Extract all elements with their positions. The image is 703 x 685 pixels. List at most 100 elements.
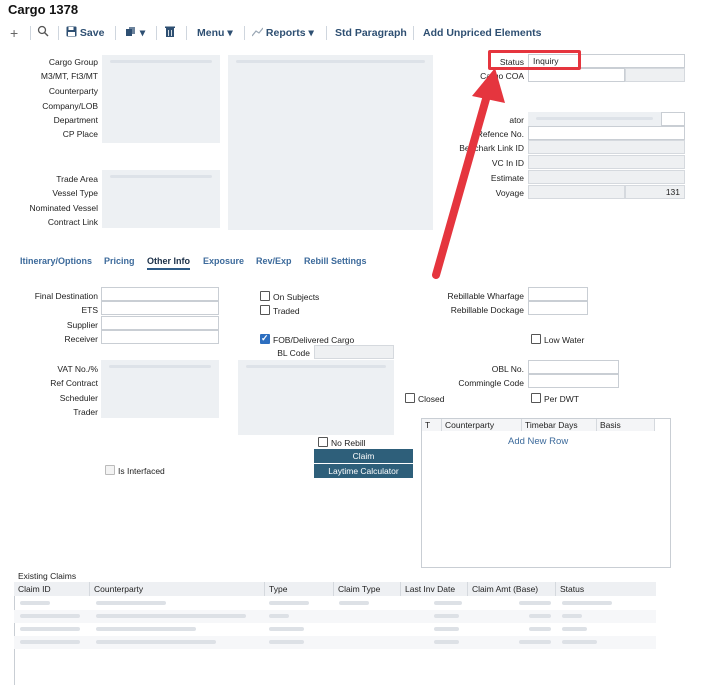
save-button[interactable]: Save <box>66 25 104 41</box>
final-destination-label: Final Destination <box>34 291 98 301</box>
grid-col-counterparty[interactable]: Counterparty <box>442 419 522 431</box>
tab-other-info[interactable]: Other Info <box>147 256 190 270</box>
on-subjects-checkbox[interactable] <box>260 291 270 301</box>
per-dwt-label: Per DWT <box>544 394 579 404</box>
col-counterparty[interactable]: Counterparty <box>90 582 265 596</box>
blurred-middle-lower <box>238 360 394 435</box>
col-claim-type[interactable]: Claim Type <box>334 582 401 596</box>
closed-checkbox[interactable] <box>405 393 415 403</box>
receiver-label: Receiver <box>64 334 98 344</box>
table-row[interactable] <box>14 597 656 610</box>
table-row[interactable] <box>14 623 656 636</box>
trade-area-label: Trade Area <box>56 174 98 184</box>
table-row[interactable] <box>14 610 656 623</box>
chart-icon <box>251 27 266 39</box>
is-interfaced-checkbox <box>105 465 115 475</box>
reference-no-field[interactable] <box>528 126 685 140</box>
supplier-label: Supplier <box>66 320 98 330</box>
supplier-field[interactable] <box>101 316 219 330</box>
estimate-field <box>528 170 685 184</box>
coordinator-label: ator <box>440 115 524 125</box>
voyage-number: 131 <box>625 185 685 199</box>
cargo-coa-field[interactable] <box>528 68 625 82</box>
low-water-label: Low Water <box>544 335 585 345</box>
table-row[interactable] <box>14 636 656 649</box>
bl-code-label: BL Code <box>277 348 310 358</box>
col-status[interactable]: Status <box>556 582 656 596</box>
blurred-header-values <box>102 55 220 143</box>
tab-rebill-settings[interactable]: Rebill Settings <box>304 256 367 266</box>
fob-delivered-checkbox[interactable] <box>260 333 270 344</box>
benchmark-label: Benchark Link ID <box>440 143 524 153</box>
final-destination-field[interactable] <box>101 287 219 301</box>
add-new-row-link[interactable]: Add New Row <box>508 436 568 447</box>
fob-delivered-label: FOB/Delivered Cargo <box>273 335 355 345</box>
blurred-middle-block <box>228 55 433 230</box>
no-rebill-label: No Rebill <box>331 438 366 448</box>
commingle-code-field[interactable] <box>528 374 619 388</box>
tab-itinerary-options[interactable]: Itinerary/Options <box>20 256 92 266</box>
benchmark-prefix: Bench <box>459 143 484 153</box>
rebillable-dockage-label: Rebillable Dockage <box>450 305 524 315</box>
ets-label: ETS <box>81 305 98 315</box>
chevron-down-icon: ▾ <box>308 27 314 39</box>
no-rebill-checkbox[interactable] <box>318 437 328 447</box>
laytime-calculator-button[interactable]: Laytime Calculator <box>314 464 413 478</box>
copy-icon <box>126 27 140 39</box>
rebillable-dockage-field[interactable] <box>528 301 588 315</box>
company-lob-label: Company/LOB <box>42 101 98 111</box>
vc-in-id-field <box>528 155 685 169</box>
claims-table-header: Claim ID Counterparty Type Claim Type La… <box>14 582 656 596</box>
rebillable-wharfage-label: Rebillable Wharfage <box>447 291 524 301</box>
department-label: Department <box>53 115 98 125</box>
bl-code-field <box>314 345 394 359</box>
grid-col-t[interactable]: T <box>422 419 442 431</box>
on-subjects-label: On Subjects <box>273 292 320 302</box>
per-dwt-checkbox[interactable] <box>531 393 541 403</box>
menu-dropdown[interactable]: Menu ▾ <box>197 25 233 41</box>
menu-label: Menu <box>197 27 225 39</box>
estimate-label: Estimate <box>490 173 524 183</box>
is-interfaced-label: Is Interfaced <box>118 466 165 476</box>
voyage-field <box>528 185 625 199</box>
tab-rev-exp[interactable]: Rev/Exp <box>256 256 292 266</box>
ets-field[interactable] <box>101 301 219 315</box>
col-claim-id[interactable]: Claim ID <box>14 582 90 596</box>
search-icon[interactable] <box>37 25 49 41</box>
benchmark-suffix: ark Link ID <box>483 143 524 153</box>
reference-prefix: Refe <box>476 129 495 139</box>
tab-pricing[interactable]: Pricing <box>104 256 135 266</box>
tab-exposure[interactable]: Exposure <box>203 256 244 266</box>
save-icon <box>66 26 80 39</box>
col-type[interactable]: Type <box>265 582 334 596</box>
claim-button[interactable]: Claim <box>314 449 413 463</box>
reports-label: Reports <box>265 27 306 39</box>
low-water-checkbox[interactable] <box>531 334 541 344</box>
receiver-field[interactable] <box>101 330 219 344</box>
traded-checkbox[interactable] <box>260 305 270 315</box>
std-paragraph-button[interactable]: Std Paragraph <box>335 25 407 41</box>
delete-icon[interactable] <box>165 25 175 41</box>
trader-label: Trader <box>73 407 98 417</box>
reports-dropdown[interactable]: Reports ▾ <box>251 25 314 41</box>
grid-col-timebar-days[interactable]: Timebar Days <box>522 419 597 431</box>
save-label: Save <box>79 27 105 39</box>
cargo-group-label: Cargo Group <box>48 57 98 67</box>
closed-label: Closed <box>418 394 445 404</box>
col-last-inv-date[interactable]: Last Inv Date <box>401 582 468 596</box>
grid-col-basis[interactable]: Basis <box>597 419 655 431</box>
blurred-vat-block <box>101 360 219 418</box>
rebillable-wharfage-field[interactable] <box>528 287 588 301</box>
traded-label: Traded <box>273 306 300 316</box>
existing-claims-label: Existing Claims <box>18 571 77 581</box>
counterparty-grid: T Counterparty Timebar Days Basis Add Ne… <box>421 418 671 568</box>
add-unpriced-elements-button[interactable]: Add Unpriced Elements <box>423 25 541 41</box>
blurred-coordinator <box>528 112 661 126</box>
col-claim-amt[interactable]: Claim Amt (Base) <box>468 582 556 596</box>
page-title: Cargo 1378 <box>8 2 79 17</box>
copy-dropdown-button[interactable]: ▾ <box>126 25 145 41</box>
voyage-label: Voyage <box>495 188 524 198</box>
obl-no-field[interactable] <box>528 360 619 374</box>
add-icon[interactable]: + <box>10 25 18 41</box>
coordinator-extra <box>661 112 685 126</box>
